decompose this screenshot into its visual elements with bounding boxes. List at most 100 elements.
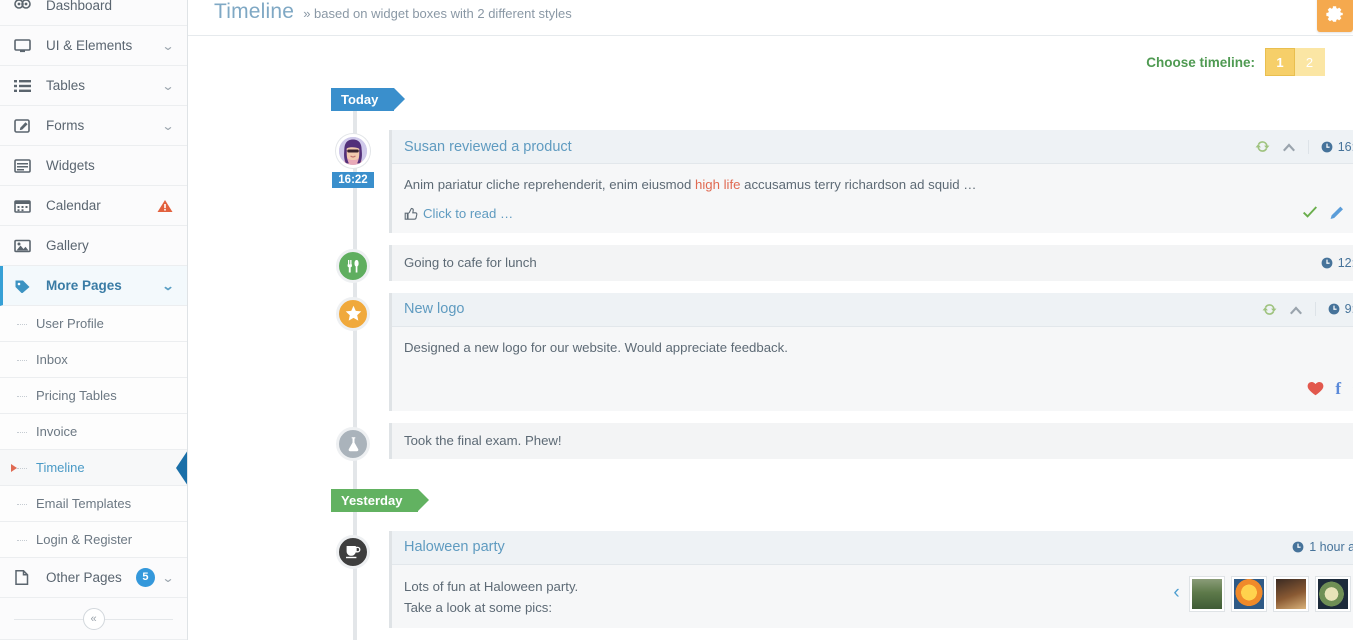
timeline-option-2[interactable]: 2 — [1295, 48, 1325, 76]
refresh-icon[interactable] — [1256, 303, 1283, 316]
flask-icon[interactable] — [336, 426, 370, 461]
sidebar-item-invoice[interactable]: Invoice — [0, 414, 187, 450]
chevron-left-icon[interactable]: ‹ — [1170, 579, 1182, 608]
collapse-sidebar-button[interactable]: « — [82, 607, 105, 630]
timeline-card: New logo 9 Designed a new logo for our w… — [389, 292, 1353, 411]
card-header-actions: 16:22 — [1249, 139, 1353, 154]
card-time-text: 12:30 — [1337, 255, 1353, 270]
timeline-card-simple: Took the final exam. Phew! — [389, 422, 1353, 459]
simple-row-text: Going to cafe for lunch — [404, 255, 537, 271]
chevron-down-icon: ⌄ — [161, 38, 175, 53]
clock-icon — [1292, 541, 1304, 553]
timeline-card: Susan reviewed a product 16 Anim pariatu… — [389, 130, 1353, 233]
sidebar-item-gallery[interactable]: Gallery — [0, 226, 187, 266]
card-title[interactable]: Haloween party — [404, 539, 505, 555]
timeline-entry-susan-review: 16:22 Susan reviewed a product 16 Anim p… — [331, 130, 1353, 233]
sidebar-subitem-label: Login & Register — [36, 532, 133, 547]
sidebar-item-forms[interactable]: Forms ⌄ — [0, 106, 187, 146]
sidebar-item-more-pages[interactable]: More Pages ⌄ — [0, 266, 187, 306]
pencil-icon[interactable] — [1329, 206, 1344, 220]
body-text-block: Lots of fun at Haloween party. Take a lo… — [404, 576, 578, 620]
chevron-up-icon[interactable] — [1276, 141, 1302, 152]
card-time-text: 9:15 — [1344, 302, 1353, 317]
sidebar-item-dashboard[interactable]: Dashboard — [0, 0, 187, 26]
card-title[interactable]: New logo — [404, 301, 464, 317]
refresh-icon[interactable] — [1249, 140, 1276, 153]
sidebar-item-inbox[interactable]: Inbox — [0, 342, 187, 378]
sidebar-subitem-label: User Profile — [36, 316, 104, 331]
cutlery-icon[interactable] — [336, 248, 370, 283]
choose-timeline-label: Choose timeline: — [1146, 54, 1255, 70]
page-title: Timeline — [214, 0, 295, 23]
body-highlight: high life — [695, 177, 741, 192]
body-line-1: Lots of fun at Haloween party. — [404, 578, 579, 594]
facebook-icon[interactable]: f — [1335, 379, 1341, 399]
chevron-up-icon[interactable] — [1283, 304, 1309, 315]
thumb-dog — [1275, 578, 1306, 609]
sidebar-item-user-profile[interactable]: User Profile — [0, 306, 187, 342]
timeline-bullet — [331, 534, 375, 569]
chevron-down-icon: ⌄ — [161, 278, 175, 293]
thumb-food — [1317, 578, 1348, 609]
sidebar-item-label: UI & Elements — [46, 38, 133, 53]
card-header-actions: 9:15 — [1256, 302, 1353, 317]
simple-row: Going to cafe for lunch 12:30 — [392, 244, 1353, 281]
sidebar-item-calendar[interactable]: Calendar — [0, 186, 187, 226]
sidebar-item-login-register[interactable]: Login & Register — [0, 522, 187, 558]
sidebar: Dashboard UI & Elements ⌄ Tables ⌄ Forms… — [0, 0, 188, 640]
sidebar-item-pricing-tables[interactable]: Pricing Tables — [0, 378, 187, 414]
card-header: Susan reviewed a product 16 — [392, 130, 1353, 164]
card-time-text: 1 hour ago — [1309, 540, 1353, 555]
heart-icon[interactable] — [1307, 381, 1324, 396]
coffee-icon[interactable] — [336, 534, 370, 569]
calendar-icon — [14, 197, 36, 215]
card-body: Anim pariatur cliche reprehenderit, enim… — [392, 164, 1353, 204]
timeline-chooser: Choose timeline: 1 2 — [188, 36, 1353, 76]
card-time-text: 16:22 — [1337, 139, 1353, 154]
warning-triangle-icon — [157, 199, 173, 213]
sidebar-item-widgets[interactable]: Widgets — [0, 146, 187, 186]
settings-gear-button[interactable] — [1317, 0, 1353, 32]
gallery-thumb[interactable] — [1230, 575, 1267, 612]
body-text-pre: Anim pariatur cliche reprehenderit, enim… — [404, 177, 695, 192]
card-footer-actions — [1302, 206, 1353, 220]
card-timestamp: 16:22 — [1307, 139, 1353, 154]
sidebar-item-timeline[interactable]: Timeline — [0, 449, 187, 486]
timeline-bullet: 16:22 — [331, 134, 375, 188]
hand-point-up-icon — [404, 206, 418, 221]
timeline-bullet — [331, 296, 375, 331]
sidebar-item-label: Tables — [46, 78, 86, 93]
sidebar-item-other-pages[interactable]: Other Pages 5 ⌄ — [0, 558, 187, 598]
app-root: Dashboard UI & Elements ⌄ Tables ⌄ Forms… — [0, 0, 1353, 640]
sidebar-item-email-templates[interactable]: Email Templates — [0, 486, 187, 522]
card-header: New logo 9 — [392, 292, 1353, 327]
check-icon[interactable] — [1302, 206, 1318, 220]
gallery-thumb[interactable] — [1314, 575, 1351, 612]
image-icon — [14, 237, 36, 255]
sidebar-item-ui-elements[interactable]: UI & Elements ⌄ — [0, 26, 187, 66]
photo-gallery: ‹ › — [1170, 575, 1353, 612]
clock-icon — [1321, 141, 1333, 153]
sidebar-item-label: Gallery — [46, 238, 89, 253]
click-to-read-link[interactable]: Click to read … — [404, 206, 513, 221]
sidebar-item-label: Dashboard — [46, 0, 113, 13]
user-avatar[interactable] — [336, 134, 370, 168]
timeline-option-1[interactable]: 1 — [1265, 48, 1295, 76]
sidebar-item-label: Widgets — [46, 158, 95, 173]
gallery-thumb[interactable] — [1272, 575, 1309, 612]
timeline-entry-final-exam: Took the final exam. Phew! — [331, 422, 1353, 461]
card-title[interactable]: Susan reviewed a product — [404, 139, 572, 155]
thumb-flower — [1233, 578, 1264, 609]
list-icon — [14, 77, 36, 95]
gallery-thumb[interactable] — [1188, 575, 1225, 612]
timeline-card: Haloween party 1 hour ago — [389, 530, 1353, 629]
timeline-entry-cafe-lunch: Going to cafe for lunch 12:30 — [331, 244, 1353, 283]
sidebar-item-tables[interactable]: Tables ⌄ — [0, 66, 187, 106]
main-content: Timeline » based on widget boxes with 2 … — [188, 0, 1353, 640]
card-footer: Click to read … — [392, 204, 1353, 233]
dashboard-icon — [14, 0, 36, 15]
sidebar-subitem-label: Timeline — [36, 460, 85, 475]
star-icon[interactable] — [336, 296, 370, 331]
timeline-card-simple: Going to cafe for lunch 12:30 — [389, 244, 1353, 281]
sidebar-subnav: User Profile Inbox Pricing Tables Invoic… — [0, 306, 187, 558]
